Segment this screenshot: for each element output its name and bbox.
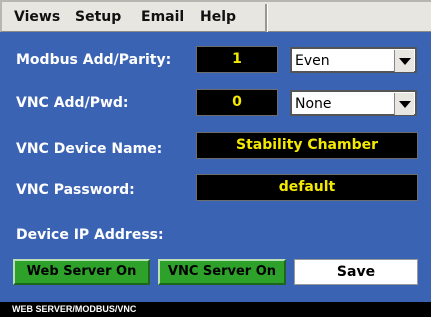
modbus-parity-value: Even	[295, 53, 330, 69]
chevron-down-icon	[399, 101, 411, 108]
vnc-password-field[interactable]: default	[196, 174, 418, 201]
menu-email[interactable]: Email	[141, 9, 184, 25]
vnc-address-field[interactable]: 0	[196, 89, 278, 116]
status-bar: WEB SERVER/MODBUS/VNC	[0, 302, 431, 317]
vnc-server-toggle-button[interactable]: VNC Server On	[158, 259, 286, 285]
vnc-pwd-select[interactable]: None	[290, 90, 417, 116]
vnc-password-label: VNC Password:	[16, 182, 135, 198]
dropdown-arrow-button[interactable]	[394, 50, 414, 72]
menu-separator	[265, 4, 268, 32]
menu-bar: Views Setup Email Help	[0, 0, 431, 32]
modbus-add-parity-label: Modbus Add/Parity:	[16, 52, 172, 68]
chevron-down-icon	[399, 58, 411, 65]
menu-setup[interactable]: Setup	[75, 9, 121, 25]
menu-help[interactable]: Help	[200, 9, 236, 25]
status-bar-text: WEB SERVER/MODBUS/VNC	[12, 304, 137, 314]
dropdown-arrow-button[interactable]	[394, 93, 414, 115]
vnc-pwd-value: None	[295, 96, 332, 112]
vnc-device-name-field[interactable]: Stability Chamber	[196, 132, 418, 159]
web-server-toggle-button[interactable]: Web Server On	[13, 259, 150, 285]
device-ip-address-label: Device IP Address:	[16, 227, 164, 243]
vnc-device-name-label: VNC Device Name:	[16, 141, 163, 157]
menu-views[interactable]: Views	[14, 9, 60, 25]
modbus-parity-select[interactable]: Even	[290, 47, 417, 73]
save-button[interactable]: Save	[294, 259, 418, 285]
vnc-add-pwd-label: VNC Add/Pwd:	[16, 95, 129, 111]
modbus-address-field[interactable]: 1	[196, 46, 278, 73]
